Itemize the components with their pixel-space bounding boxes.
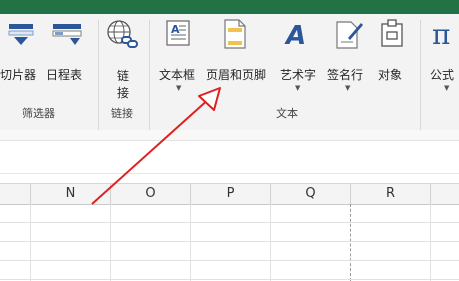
object-icon (381, 19, 403, 47)
grid-line (110, 204, 111, 281)
grid-line (0, 241, 459, 242)
grid-line (0, 279, 459, 280)
timeline-button[interactable] (50, 18, 84, 48)
grid-line (0, 260, 459, 261)
object-button[interactable] (378, 18, 406, 50)
grid-line (30, 204, 31, 281)
grid-line (270, 204, 271, 281)
signature-line-button[interactable] (334, 18, 364, 50)
pi-equation-icon: π (432, 18, 450, 50)
slicer-label: 切片器 (0, 68, 37, 82)
svg-text:A: A (171, 23, 180, 36)
column-header-o[interactable]: O (111, 184, 191, 204)
grid-line (430, 204, 431, 281)
column-header-row: N O P Q R (0, 183, 459, 205)
group-label-links: 链接 (111, 107, 133, 120)
chevron-down-icon: ▼ (345, 84, 351, 92)
group-separator (420, 20, 421, 130)
equation-label: 公式 (430, 68, 455, 82)
link-label: 链接 (117, 69, 130, 100)
header-footer-icon (224, 19, 246, 49)
wordart-label: 艺术字 (280, 68, 317, 82)
chevron-down-icon: ▼ (176, 84, 182, 92)
column-header-q[interactable]: Q (271, 184, 351, 204)
formula-bar[interactable] (0, 141, 459, 174)
group-label-filters: 筛选器 (22, 107, 55, 120)
ribbon-insert-tab: 切片器 日程表 筛选器 链接 链接 A 文本框 ▼ 页眉和页脚 A 艺术字 ▼ … (0, 14, 459, 130)
timeline-label: 日程表 (46, 68, 83, 82)
wordart-icon: A (284, 21, 306, 50)
timeline-icon (52, 24, 82, 45)
header-footer-button[interactable] (222, 18, 248, 50)
signature-line-label: 签名行 (327, 68, 364, 82)
column-header-blank[interactable] (0, 184, 31, 204)
signature-line-icon (336, 21, 363, 49)
textbox-button[interactable]: A (163, 18, 193, 48)
chevron-down-icon: ▼ (295, 84, 301, 92)
link-button[interactable] (104, 18, 140, 50)
column-header-p[interactable]: P (191, 184, 271, 204)
header-footer-label: 页眉和页脚 (206, 68, 267, 82)
textbox-icon: A (166, 20, 190, 46)
grid-line (0, 222, 459, 223)
page-break-line (350, 204, 352, 281)
title-bar (0, 0, 459, 14)
ribbon-bottom-edge (0, 130, 459, 141)
group-label-text: 文本 (276, 107, 298, 120)
svg-text:π: π (432, 18, 450, 50)
object-label: 对象 (378, 68, 403, 82)
svg-text:A: A (284, 21, 306, 50)
wordart-button[interactable]: A (283, 18, 311, 50)
equation-button[interactable]: π (430, 18, 459, 50)
cell-grid[interactable] (0, 204, 459, 281)
textbox-label: 文本框 (159, 68, 196, 82)
column-header-r[interactable]: R (351, 184, 431, 204)
grid-line (190, 204, 191, 281)
slicer-icon (8, 24, 34, 45)
group-separator (98, 20, 99, 130)
column-header-n[interactable]: N (31, 184, 111, 204)
group-separator (149, 20, 150, 130)
chevron-down-icon: ▼ (444, 84, 450, 92)
slicer-button[interactable] (6, 18, 36, 48)
globe-link-icon (107, 20, 138, 48)
